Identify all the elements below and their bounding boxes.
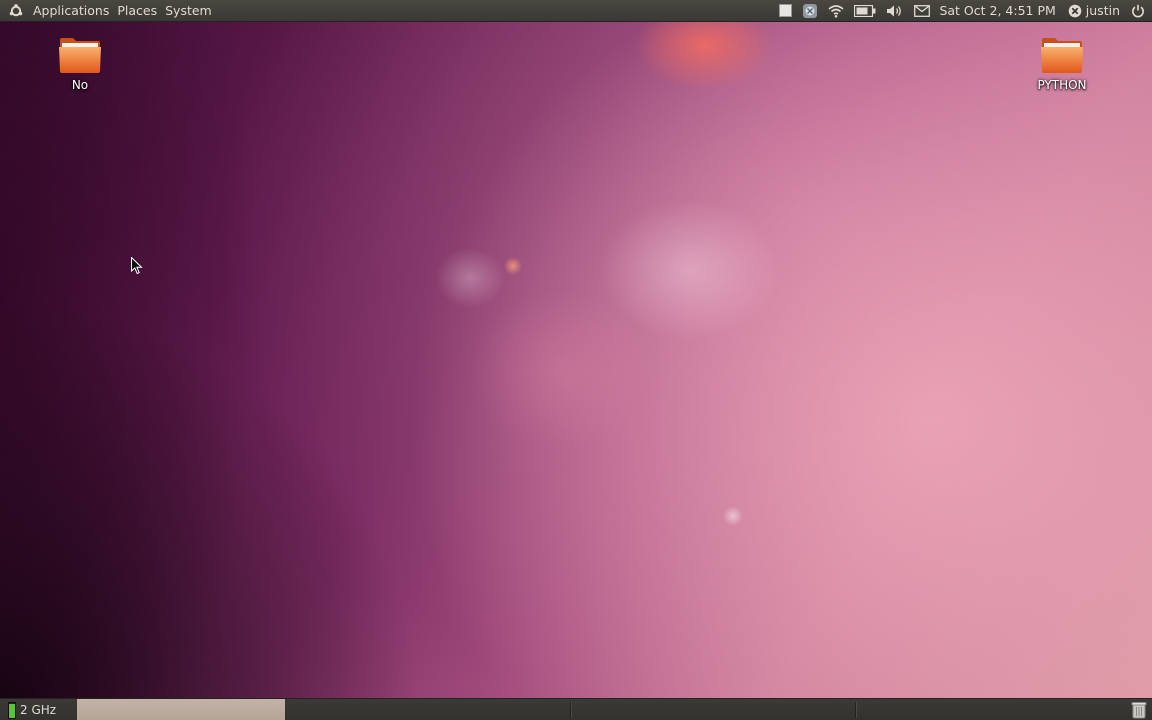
- desktop-icon-label: No: [71, 78, 89, 92]
- user-status-icon: [1068, 4, 1082, 17]
- applications-menu[interactable]: Applications: [29, 0, 113, 21]
- ubuntu-logo-icon[interactable]: [9, 3, 23, 18]
- desktop-background[interactable]: [0, 0, 1152, 720]
- power-icon[interactable]: [1131, 0, 1145, 21]
- network-manager-icon[interactable]: [802, 0, 818, 21]
- panel-separator: [570, 702, 572, 718]
- folder-icon: [59, 38, 101, 73]
- system-tray: Sat Oct 2, 4:51 PM justin: [774, 0, 1152, 21]
- taskbar-window-button[interactable]: [77, 699, 285, 720]
- desktop-folder-no[interactable]: No: [35, 36, 125, 92]
- places-menu[interactable]: Places: [113, 0, 161, 21]
- user-name: justin: [1085, 3, 1120, 18]
- clock[interactable]: Sat Oct 2, 4:51 PM: [939, 3, 1055, 18]
- user-menu[interactable]: justin: [1068, 3, 1120, 18]
- system-menu[interactable]: System: [161, 0, 216, 21]
- cpu-level-fill: [9, 704, 15, 718]
- trash-icon[interactable]: [1131, 701, 1147, 719]
- mail-icon[interactable]: [914, 0, 931, 21]
- bottom-panel: 2 GHz: [0, 698, 1152, 720]
- cpu-level-bar: [8, 701, 16, 719]
- cpu-frequency-label: 2 GHz: [20, 703, 57, 717]
- top-panel: Applications Places System Sat Oct 2, 4:…: [0, 0, 1152, 22]
- battery-icon[interactable]: [854, 0, 876, 21]
- cpu-frequency-monitor[interactable]: 2 GHz: [8, 701, 74, 719]
- folder-icon: [1041, 38, 1083, 73]
- volume-icon[interactable]: [886, 0, 904, 21]
- mouse-cursor-icon: [131, 257, 143, 275]
- window-icon[interactable]: [779, 0, 793, 21]
- panel-separator: [855, 702, 857, 718]
- wifi-icon[interactable]: [828, 0, 844, 21]
- desktop-folder-python[interactable]: PYTHON: [1017, 36, 1107, 92]
- desktop-icon-label: PYTHON: [1037, 78, 1087, 92]
